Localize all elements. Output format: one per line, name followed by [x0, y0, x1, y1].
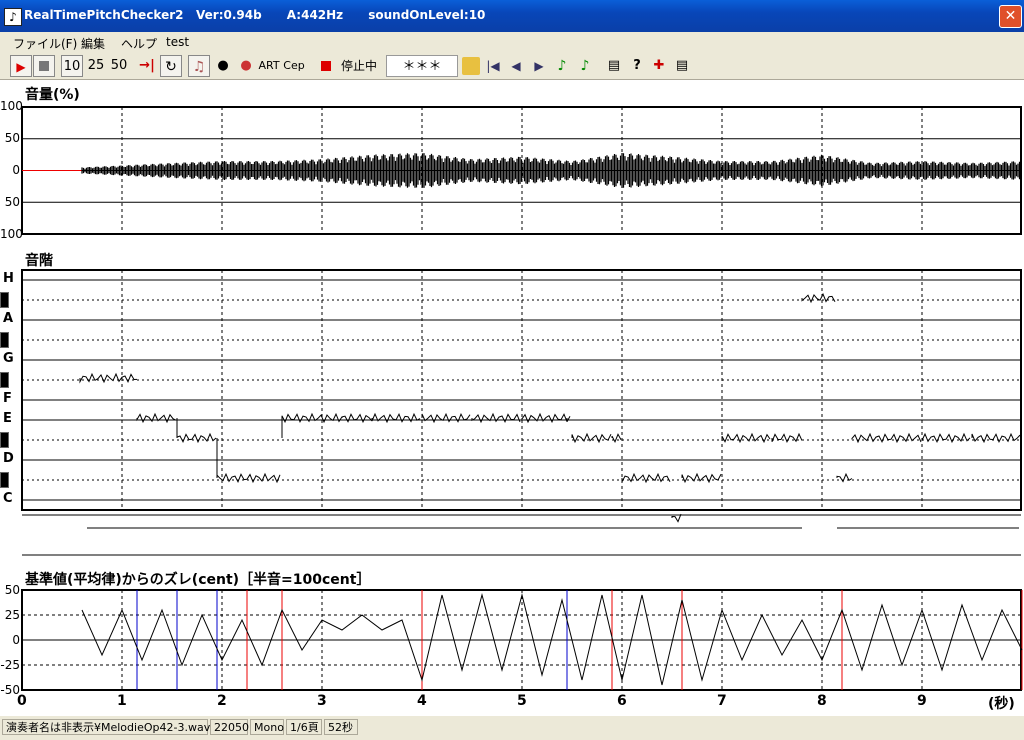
chart-canvas [21, 106, 1023, 691]
status-bar: 演奏者名は非表示¥MelodieOp42-3.wav 22050 Mono 1/… [0, 716, 1024, 740]
status-page: 1/6頁 [286, 719, 322, 735]
status-duration: 52秒 [324, 719, 358, 735]
status-rate: 22050 [210, 719, 249, 735]
status-channels: Mono [250, 719, 284, 735]
status-file: 演奏者名は非表示¥MelodieOp42-3.wav [2, 719, 210, 735]
